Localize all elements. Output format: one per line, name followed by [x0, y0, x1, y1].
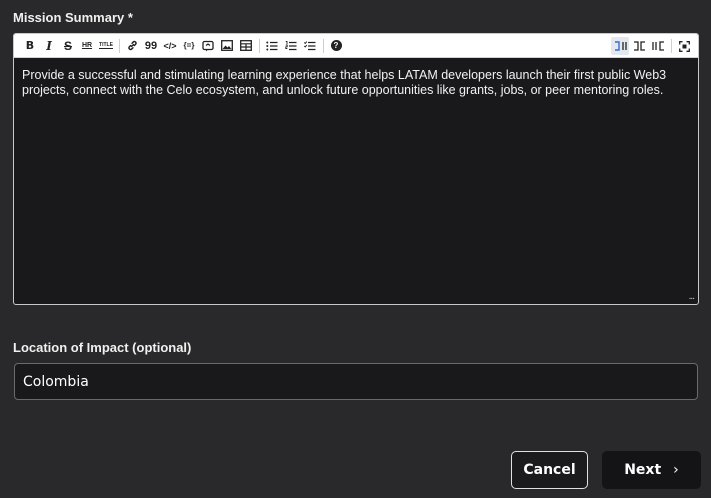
- horizontal-rule-icon: HR: [81, 42, 93, 49]
- toolbar-separator: [259, 38, 260, 53]
- code-block-icon: {=}: [183, 41, 195, 50]
- fullscreen-icon: [678, 40, 690, 52]
- cancel-button[interactable]: Cancel: [511, 451, 588, 489]
- unordered-list-icon: [266, 41, 278, 50]
- chevron-right-icon: ›: [673, 462, 679, 478]
- link-button[interactable]: [123, 37, 141, 55]
- help-icon: ?: [330, 40, 342, 51]
- live-mode-button[interactable]: [630, 37, 648, 55]
- toolbar-separator: [323, 38, 324, 53]
- preview-mode-icon: [651, 41, 664, 51]
- toolbar-separator: [671, 39, 672, 53]
- unordered-list-button[interactable]: [263, 37, 281, 55]
- code-block-button[interactable]: {=}: [180, 37, 198, 55]
- edit-mode-icon: [614, 41, 627, 51]
- image-icon: [221, 40, 233, 51]
- mission-summary-label: Mission Summary *: [13, 10, 133, 25]
- mission-summary-editor[interactable]: B I S HR TITLE 99 </> {=} ? Provide a su…: [13, 33, 699, 305]
- strikethrough-icon: S: [63, 38, 72, 53]
- bold-icon: B: [25, 39, 35, 52]
- checklist-button[interactable]: [301, 37, 319, 55]
- next-button[interactable]: Next ›: [602, 451, 701, 489]
- code-button[interactable]: </>: [161, 37, 179, 55]
- strikethrough-button[interactable]: S: [59, 37, 77, 55]
- next-button-label: Next: [624, 462, 662, 478]
- title-icon: TITLE: [99, 42, 113, 49]
- live-mode-icon: [633, 41, 645, 51]
- image-button[interactable]: [218, 37, 236, 55]
- bold-button[interactable]: B: [21, 37, 39, 55]
- preview-mode-button[interactable]: [649, 37, 667, 55]
- help-button[interactable]: ?: [327, 37, 345, 55]
- cancel-button-label: Cancel: [523, 462, 576, 478]
- checklist-icon: [304, 40, 316, 50]
- comment-button[interactable]: [199, 37, 217, 55]
- italic-icon: I: [46, 38, 52, 53]
- quote-icon: 99: [144, 39, 158, 52]
- italic-button[interactable]: I: [40, 37, 58, 55]
- table-icon: [240, 40, 252, 51]
- edit-mode-button[interactable]: [611, 37, 629, 55]
- mission-summary-text[interactable]: Provide a successful and stimulating lea…: [14, 58, 698, 108]
- ordered-list-icon: [285, 40, 297, 50]
- fullscreen-button[interactable]: [675, 37, 693, 55]
- code-icon: </>: [163, 40, 177, 51]
- ordered-list-button[interactable]: [282, 37, 300, 55]
- editor-toolbar: B I S HR TITLE 99 </> {=} ?: [14, 34, 698, 58]
- resize-handle-icon[interactable]: ...: [689, 291, 695, 302]
- location-of-impact-label: Location of Impact (optional): [13, 340, 192, 355]
- comment-icon: [202, 40, 214, 51]
- title-button[interactable]: TITLE: [97, 37, 115, 55]
- table-button[interactable]: [237, 37, 255, 55]
- link-icon: [127, 40, 137, 51]
- horizontal-rule-button[interactable]: HR: [78, 37, 96, 55]
- editor-mode-controls: [611, 37, 694, 55]
- quote-button[interactable]: 99: [142, 37, 160, 55]
- toolbar-separator: [119, 38, 120, 53]
- location-of-impact-input[interactable]: [14, 363, 698, 400]
